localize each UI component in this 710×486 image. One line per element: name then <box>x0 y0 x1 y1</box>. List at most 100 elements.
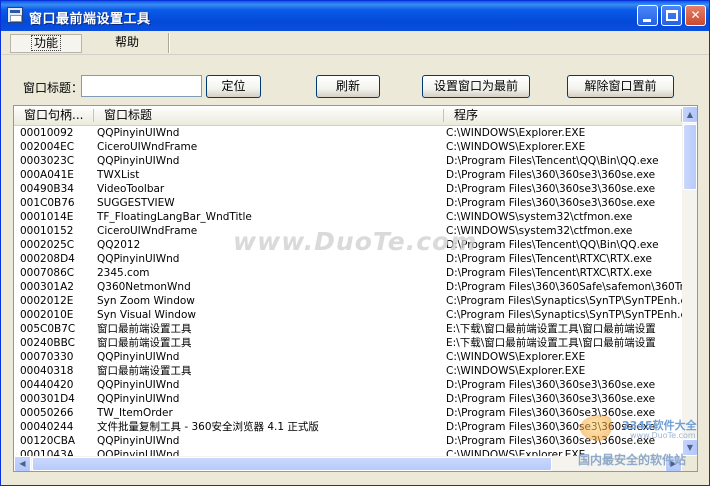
cell-program: C:\WINDOWS\Explorer.EXE <box>446 449 586 456</box>
table-row[interactable]: 00240BBC 窗口最前端设置工具 E:\下载\窗口最前端设置工具\窗口最前端设置 <box>14 336 682 350</box>
scroll-up-icon[interactable]: ▲ <box>682 106 697 123</box>
cell-title: QQPinyinUIWnd <box>97 393 180 405</box>
table-row[interactable]: 0007086C 2345.com D:\Program Files\Tencent… <box>14 266 682 280</box>
table-row[interactable]: 0002010E Syn Visual Window C:\Program File… <box>14 308 682 322</box>
table-row[interactable]: 000301D4 QQPinyinUIWnd D:\Program Files\36… <box>14 392 682 406</box>
table-row[interactable]: 00070330 QQPinyinUIWnd C:\WINDOWS\Explorer… <box>14 350 682 364</box>
table-row[interactable]: 0002025C QQ2012 D:\Program Files\Tencent\Q… <box>14 238 682 252</box>
maximize-button[interactable] <box>661 5 682 26</box>
cell-title: Q360NetmonWnd <box>97 281 191 293</box>
cell-title: SUGGESTVIEW <box>97 197 175 209</box>
set-topmost-button[interactable]: 设置窗口为最前 <box>422 75 530 98</box>
cell-handle: 0003023C <box>20 155 75 167</box>
cell-handle: 0002025C <box>20 239 75 251</box>
cell-handle: 00040318 <box>20 365 74 377</box>
unset-topmost-button[interactable]: 解除窗口置前 <box>567 75 674 98</box>
cell-handle: 00440420 <box>20 379 74 391</box>
table-row[interactable]: 005C0B7C 窗口最前端设置工具 E:\下载\窗口最前端设置工具\窗口最前端设置 <box>14 322 682 336</box>
table-row[interactable]: 000301A2 Q360NetmonWnd D:\Program Files\36… <box>14 280 682 294</box>
scroll-right-icon[interactable]: ▶ <box>665 456 682 471</box>
table-row[interactable]: 0001014E TF_FloatingLangBar_WndTitle C:\WI… <box>14 210 682 224</box>
cell-handle: 00040244 <box>20 421 74 433</box>
cell-handle: 005C0B7C <box>20 323 76 335</box>
table-row[interactable]: 000A041E TWXList D:\Program Files\360\360s… <box>14 168 682 182</box>
menu-separator <box>168 33 170 53</box>
cell-program: C:\WINDOWS\system32\ctfmon.exe <box>446 225 633 237</box>
window-title-input[interactable] <box>81 75 202 97</box>
maximize-icon <box>666 10 678 21</box>
cell-title: 文件批量复制工具 - 360安全浏览器 4.1 正式版 <box>97 421 319 433</box>
cell-handle: 0001043A <box>20 449 74 456</box>
table-row[interactable]: 0002012E Syn Zoom Window C:\Program Files\… <box>14 294 682 308</box>
table-row[interactable]: 00120CBA QQPinyinUIWnd D:\Program Files\36… <box>14 434 682 448</box>
table-row[interactable]: 00010092 QQPinyinUIWnd C:\WINDOWS\Explorer… <box>14 126 682 140</box>
scroll-down-icon[interactable]: ▼ <box>682 439 697 456</box>
table-row[interactable]: 00490B34 VideoToolbar D:\Program Files\360… <box>14 182 682 196</box>
cell-program: D:\Program Files\360\360se3\360se.exe <box>446 393 656 405</box>
cell-program: D:\Program Files\Tencent\RTXC\RTX.exe <box>446 253 653 265</box>
column-header-handle[interactable]: 窗口句柄... <box>14 106 94 125</box>
cell-handle: 00490B34 <box>20 183 74 195</box>
list-rows: 00010092 QQPinyinUIWnd C:\WINDOWS\Explorer… <box>14 126 682 456</box>
title-bar[interactable]: 窗口最前端设置工具 ✕ <box>1 1 709 31</box>
cell-title: QQPinyinUIWnd <box>97 449 180 456</box>
cell-title: Syn Zoom Window <box>97 295 195 307</box>
cell-title: CiceroUIWndFrame <box>97 141 198 153</box>
scroll-left-icon[interactable]: ◀ <box>14 456 31 471</box>
locate-button[interactable]: 定位 <box>206 75 261 98</box>
table-row[interactable]: 000208D4 QQPinyinUIWnd D:\Program Files\Te… <box>14 252 682 266</box>
cell-handle: 0001014E <box>20 211 74 223</box>
cell-title: Syn Visual Window <box>97 309 196 321</box>
cell-title: CiceroUIWndFrame <box>97 225 198 237</box>
table-row[interactable]: 00010152 CiceroUIWndFrame C:\WINDOWS\syste… <box>14 224 682 238</box>
cell-program: C:\WINDOWS\system32\ctfmon.exe <box>446 211 633 223</box>
cell-program: D:\Program Files\360\360se3\360se.exe <box>446 197 656 209</box>
cell-program: D:\Program Files\360\360se3\360se.exe <box>446 379 656 391</box>
cell-program: D:\Program Files\Tencent\QQ\Bin\QQ.exe <box>446 239 659 251</box>
cell-title: 窗口最前端设置工具 <box>97 365 192 377</box>
cell-program: C:\WINDOWS\Explorer.EXE <box>446 141 586 153</box>
table-row[interactable]: 00040244 文件批量复制工具 - 360安全浏览器 4.1 正式版 D:\Pr… <box>14 420 682 434</box>
table-row[interactable]: 00050266 TW_ItemOrder D:\Program Files\360… <box>14 406 682 420</box>
column-header-title[interactable]: 窗口标题 <box>94 106 444 125</box>
vertical-scrollbar[interactable]: ▲ ▼ <box>682 106 697 456</box>
app-window: 窗口最前端设置工具 ✕ 功能 帮助 窗口标题： 定位 刷新 设置窗口为最前 解除… <box>0 0 710 486</box>
table-row[interactable]: 002004EC CiceroUIWndFrame C:\WINDOWS\Explo… <box>14 140 682 154</box>
vertical-scroll-thumb[interactable] <box>683 124 697 190</box>
cell-program: D:\Program Files\360\360se3\360se.exe <box>446 435 656 447</box>
cell-title: QQPinyinUIWnd <box>97 379 180 391</box>
cell-title: QQPinyinUIWnd <box>97 155 180 167</box>
cell-handle: 00070330 <box>20 351 74 363</box>
horizontal-scroll-thumb[interactable] <box>32 457 552 471</box>
refresh-button[interactable]: 刷新 <box>316 75 380 98</box>
window-title: 窗口最前端设置工具 <box>29 12 151 27</box>
cell-handle: 00010152 <box>20 225 74 237</box>
cell-program: E:\下载\窗口最前端设置工具\窗口最前端设置 <box>446 337 656 349</box>
close-button[interactable]: ✕ <box>685 5 706 26</box>
cell-handle: 000301D4 <box>20 393 75 405</box>
cell-title: TF_FloatingLangBar_WndTitle <box>97 211 252 223</box>
table-row[interactable]: 0001043A QQPinyinUIWnd C:\WINDOWS\Explorer… <box>14 448 682 456</box>
cell-handle: 002004EC <box>20 141 75 153</box>
minimize-icon <box>643 19 651 22</box>
window-list[interactable]: 窗口句柄... 窗口标题 程序 00010092 QQPinyinUIWnd C:\… <box>13 105 698 472</box>
cell-title: VideoToolbar <box>97 183 165 195</box>
cell-program: C:\Program Files\Synaptics\SynTP\SynTPEn… <box>446 295 682 307</box>
cell-title: QQPinyinUIWnd <box>97 435 180 447</box>
cell-handle: 0002010E <box>20 309 74 321</box>
cell-handle: 00050266 <box>20 407 74 419</box>
table-row[interactable]: 00440420 QQPinyinUIWnd D:\Program Files\36… <box>14 378 682 392</box>
table-row[interactable]: 001C0B76 SUGGESTVIEW D:\Program Files\360\… <box>14 196 682 210</box>
cell-handle: 0002012E <box>20 295 74 307</box>
minimize-button[interactable] <box>637 5 658 26</box>
cell-program: D:\Program Files\360\360se3\360se.exe <box>446 169 656 181</box>
cell-handle: 00120CBA <box>20 435 76 447</box>
table-row[interactable]: 00040318 窗口最前端设置工具 C:\WINDOWS\Explorer.EXE <box>14 364 682 378</box>
cell-program: D:\Program Files\360\360se3\360se.exe <box>446 407 656 419</box>
column-header-program[interactable]: 程序 <box>444 106 682 125</box>
horizontal-scrollbar[interactable]: ◀ ▶ <box>14 456 682 471</box>
menu-help[interactable]: 帮助 <box>88 34 166 53</box>
cell-program: D:\Program Files\Tencent\QQ\Bin\QQ.exe <box>446 155 659 167</box>
table-row[interactable]: 0003023C QQPinyinUIWnd D:\Program Files\Te… <box>14 154 682 168</box>
menu-function[interactable]: 功能 <box>10 34 82 53</box>
